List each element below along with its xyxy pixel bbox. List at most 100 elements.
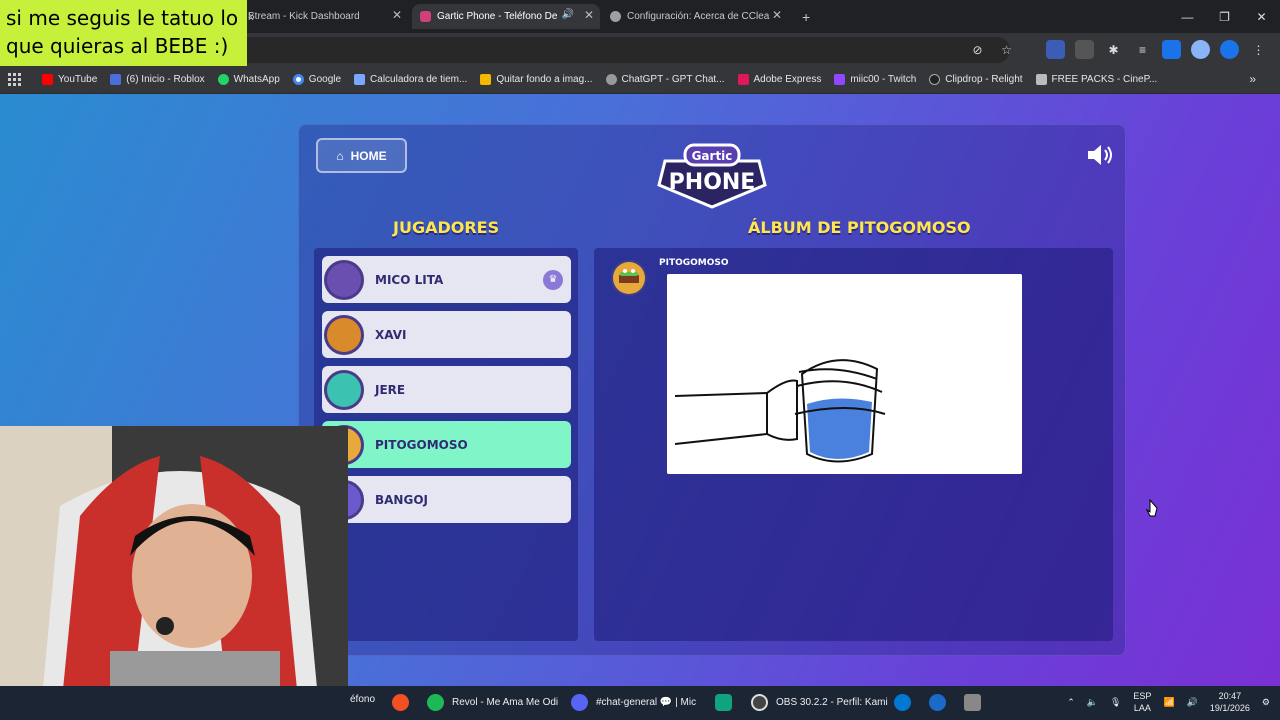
player-name: XAVI: [375, 327, 407, 342]
album-author-avatar: [611, 260, 647, 296]
bookmark-youtube[interactable]: YouTube: [42, 74, 97, 85]
album-author-name: PITOGOMOSO: [659, 258, 729, 268]
taskbar-item-steam[interactable]: [929, 694, 954, 711]
tab-gartic-phone[interactable]: Gartic Phone - Teléfono De 🔊 ✕: [412, 4, 600, 29]
extension-icon[interactable]: [1046, 40, 1065, 59]
tab-settings[interactable]: Configuración: Acerca de CClea ✕: [602, 4, 788, 29]
maximize-icon[interactable]: ❐: [1206, 0, 1243, 33]
taskbar-item-app[interactable]: [964, 694, 989, 711]
bookmark-label: FREE PACKS - CineP...: [1051, 74, 1158, 85]
sidepanel-icon[interactable]: [1162, 40, 1181, 59]
bookmark-label: Adobe Express: [753, 74, 822, 85]
taskbar-label: Revol - Me Ama Me Odi: [452, 697, 559, 708]
tab-kick-dashboard[interactable]: Stream - Kick Dashboard ✕: [240, 4, 408, 29]
player-card-active: PITOGOMOSO: [322, 421, 571, 468]
player-name: MICO LITA: [375, 272, 444, 287]
bookmarks-more-icon[interactable]: »: [1249, 72, 1256, 86]
clock-date: 19/1/2026: [1209, 703, 1250, 713]
bookmark-whatsapp[interactable]: WhatsApp: [217, 74, 280, 85]
system-tray: ⌃ 🔈 🎙 ESP LAA 📶 🔊 20:47 19/1/2026 ⚙: [1067, 690, 1270, 714]
new-tab-button[interactable]: +: [794, 4, 818, 29]
tab-title: Configuración: Acerca de CClea: [627, 11, 770, 22]
whatsapp-icon: [217, 74, 229, 85]
close-tab-icon[interactable]: ✕: [584, 8, 594, 22]
taskbar-item-app[interactable]: [392, 694, 417, 711]
player-name: JERE: [375, 382, 406, 397]
taskbar-item-obs[interactable]: OBS 30.2.2 - Perfil: Kami: [751, 694, 888, 711]
obs-icon: [751, 694, 768, 711]
home-icon: ⌂: [336, 148, 344, 163]
address-bar[interactable]: [230, 37, 1010, 63]
bookmarks-bar: YouTube (6) Inicio - Roblox WhatsApp Goo…: [0, 66, 1280, 94]
bookmark-twitch[interactable]: miic00 - Twitch: [834, 74, 916, 85]
speaker-tab-icon[interactable]: 🔊: [562, 9, 574, 20]
film-icon: [1035, 74, 1047, 85]
toolbar-icons: ⊘ ☆ ✱ ≡ ⋮: [968, 40, 1268, 59]
youtube-icon: [42, 74, 53, 85]
bookmark-adobe-express[interactable]: Adobe Express: [737, 74, 822, 85]
google-icon: [292, 74, 304, 85]
player-card: BANGOJ: [322, 476, 571, 523]
bookmark-free-packs[interactable]: FREE PACKS - CineP...: [1035, 74, 1158, 85]
windows-taskbar: éfono Revol - Me Ama Me Odi #chat-genera…: [0, 686, 1280, 720]
player-card: XAVI: [322, 311, 571, 358]
bookmark-chatgpt[interactable]: ChatGPT - GPT Chat...: [605, 74, 725, 85]
profile-avatar-icon[interactable]: [1191, 40, 1210, 59]
home-button[interactable]: ⌂ HOME: [316, 138, 407, 173]
menu-kebab-icon[interactable]: ⋮: [1249, 40, 1268, 59]
taskbar-item-gartic[interactable]: éfono: [350, 694, 375, 705]
minimize-icon[interactable]: —: [1169, 0, 1206, 33]
tab-title: Gartic Phone - Teléfono De: [437, 11, 558, 22]
stream-overlay-text: si me seguis le tatuo lo que quieras al …: [0, 0, 247, 66]
speaker-icon[interactable]: [1086, 144, 1116, 166]
lang-code: ESP: [1133, 691, 1152, 701]
webcam-feed: [0, 426, 348, 720]
taskbar-item-discord[interactable]: #chat-general 💬 | Mic: [571, 694, 696, 711]
apps-grid-icon[interactable]: [8, 72, 22, 87]
player-avatar: [324, 259, 364, 300]
app-icon: [392, 694, 409, 711]
app-icon: [964, 694, 981, 711]
wifi-icon[interactable]: 📶: [1163, 697, 1174, 708]
speaker-icon[interactable]: 🔊: [1187, 697, 1198, 708]
tab-title: Stream - Kick Dashboard: [248, 11, 360, 22]
bookmark-quitar-fondo[interactable]: Quitar fondo a imag...: [480, 74, 593, 85]
bookmark-google[interactable]: Google: [292, 74, 341, 85]
account-icon[interactable]: [1220, 40, 1239, 59]
bookmark-calculadora[interactable]: Calculadora de tiem...: [354, 74, 467, 85]
taskbar-item-app[interactable]: [715, 694, 740, 711]
close-tab-icon[interactable]: ✕: [772, 8, 782, 22]
taskbar-item-spotify[interactable]: Revol - Me Ama Me Odi: [427, 694, 558, 711]
player-name: BANGOJ: [375, 492, 428, 507]
bookmark-label: ChatGPT - GPT Chat...: [621, 74, 725, 85]
extension-icon[interactable]: [1075, 40, 1094, 59]
adobe-icon: [737, 74, 749, 85]
webcam-image: [0, 426, 348, 720]
puzzle-icon[interactable]: ✱: [1104, 40, 1123, 59]
language-indicator[interactable]: ESP LAA: [1133, 690, 1151, 714]
star-icon[interactable]: ☆: [997, 40, 1016, 59]
bookmark-label: (6) Inicio - Roblox: [126, 74, 205, 85]
clock[interactable]: 20:47 19/1/2026: [1210, 690, 1250, 714]
taskbar-item-app[interactable]: [894, 694, 919, 711]
bookmark-label: Quitar fondo a imag...: [496, 74, 593, 85]
media-icon[interactable]: ≡: [1133, 40, 1152, 59]
app-icon: [894, 694, 911, 711]
microphone-icon[interactable]: 🎙: [1110, 697, 1121, 708]
player-avatar: [324, 314, 364, 355]
chevron-up-icon[interactable]: ⌃: [1067, 697, 1075, 708]
calculator-icon: [354, 74, 366, 85]
close-window-icon[interactable]: ✕: [1243, 0, 1280, 33]
taskbar-label: éfono: [350, 694, 376, 705]
bookmark-roblox[interactable]: (6) Inicio - Roblox: [110, 74, 205, 85]
notification-icon[interactable]: ⚙: [1262, 697, 1270, 708]
eye-off-icon[interactable]: ⊘: [968, 40, 987, 59]
volume-icon[interactable]: 🔈: [1087, 697, 1098, 708]
album-heading: ÁLBUM DE PITOGOMOSO: [748, 218, 971, 237]
taskbar-label: #chat-general 💬 | Mic: [596, 697, 697, 708]
bookmark-clipdrop[interactable]: Clipdrop - Relight: [929, 74, 1023, 85]
chatgpt-icon: [605, 74, 617, 85]
gear-icon: [610, 11, 621, 22]
close-tab-icon[interactable]: ✕: [392, 8, 402, 22]
lang-layout: LAA: [1133, 703, 1151, 713]
